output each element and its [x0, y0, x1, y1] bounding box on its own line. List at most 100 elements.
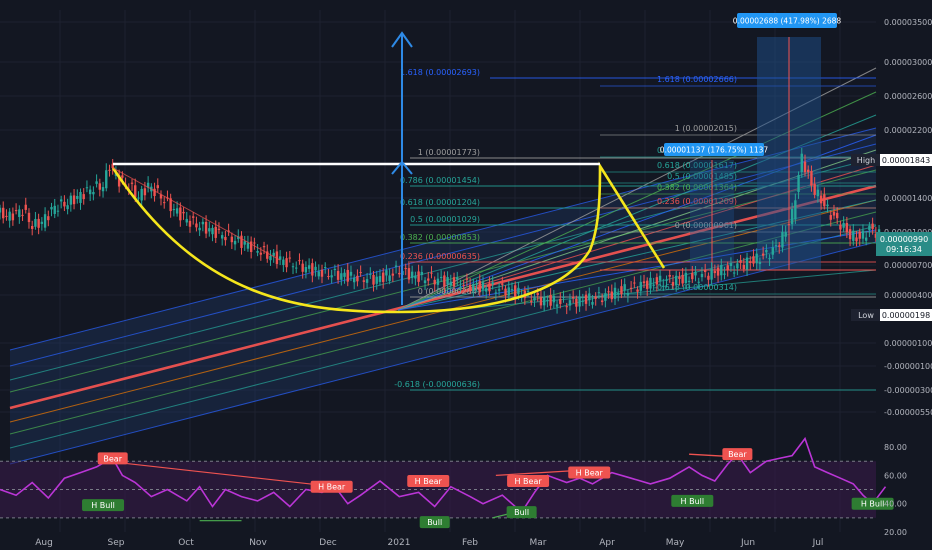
rsi-tick-label: 40.00	[884, 500, 907, 509]
fib-level-label: 1.618 (0.00002693)	[400, 68, 480, 77]
candle-body	[871, 223, 874, 229]
price-tick-label: -0.00000300	[884, 386, 932, 395]
candle-body	[233, 240, 237, 245]
candle-body	[468, 284, 472, 291]
candle-body	[858, 231, 861, 239]
time-tick-label: Feb	[462, 538, 478, 548]
candle-body	[710, 268, 713, 280]
candle-body	[346, 269, 349, 282]
candle-body	[732, 272, 736, 274]
candle-body	[694, 271, 697, 276]
candle-body	[108, 169, 111, 171]
chart-svg[interactable]: 1.618 (0.00002693) 1 (0.00001773) 0.786 (0…	[0, 0, 932, 550]
candle-body	[826, 204, 829, 207]
candle-body	[156, 185, 159, 189]
candle-body	[771, 247, 774, 255]
candle-body	[423, 280, 427, 284]
candle-body	[446, 277, 449, 285]
candle-body	[31, 225, 34, 229]
candle-body	[317, 271, 320, 277]
candle-body	[852, 230, 855, 241]
candle-body	[320, 269, 324, 277]
candle-body	[578, 296, 581, 307]
candle-body	[349, 271, 353, 276]
rsi-badge-label: H Bear	[415, 477, 443, 486]
candle-body	[562, 296, 565, 298]
candle-body	[365, 279, 369, 283]
fib-level-label: 1.618 (0.00002666)	[657, 75, 737, 84]
candle-body	[288, 257, 291, 259]
candle-body	[211, 227, 214, 235]
candle-body	[649, 277, 652, 289]
candle-body	[143, 188, 147, 196]
candle-body	[353, 277, 356, 283]
candle-body	[18, 209, 21, 218]
fib-level-label: 0.618 (0.00001204)	[400, 198, 480, 207]
candle-body	[262, 246, 266, 248]
candle-body	[230, 236, 234, 243]
candle-body	[800, 153, 803, 173]
candle-body	[330, 275, 333, 278]
candle-body	[485, 288, 488, 292]
candle-body	[829, 215, 832, 220]
candle-body	[571, 296, 575, 299]
candle-body	[327, 275, 330, 277]
candle-body	[188, 220, 192, 227]
candle-body	[63, 201, 66, 207]
candle-body	[655, 277, 659, 285]
candle-body	[459, 286, 462, 289]
candle-body	[642, 281, 646, 284]
candle-body	[88, 189, 92, 195]
candle-body	[201, 221, 205, 225]
candle-body	[478, 281, 481, 293]
candle-body	[298, 260, 301, 262]
candle-body	[385, 270, 388, 276]
candle-body	[675, 275, 678, 286]
candle-body	[11, 213, 15, 221]
candle-body	[246, 242, 250, 249]
candle-body	[224, 236, 227, 241]
candle-body	[324, 267, 327, 269]
candle-body	[72, 195, 76, 205]
candle-body	[517, 287, 520, 295]
candle-body	[713, 271, 717, 274]
candle-body	[758, 262, 762, 264]
candle-body	[282, 259, 285, 265]
candle-body	[430, 272, 433, 274]
candle-body	[749, 261, 752, 264]
candle-body	[549, 295, 552, 306]
candle-body	[85, 187, 89, 189]
price-tick-label: 0.00002600	[884, 92, 932, 101]
countdown: 09:16:34	[886, 245, 922, 254]
candle-body	[636, 289, 639, 292]
candle-body	[861, 230, 865, 239]
candle-body	[34, 218, 37, 227]
candle-body	[697, 281, 700, 283]
candle-body	[375, 276, 378, 284]
candle-body	[868, 225, 871, 231]
candle-body	[295, 267, 298, 269]
candle-body	[739, 260, 742, 263]
candle-body	[610, 291, 613, 300]
candle-body	[433, 279, 436, 285]
rsi-tick-label: 60.00	[884, 471, 907, 480]
candle-body	[559, 298, 562, 304]
candle-body	[510, 289, 514, 291]
candle-body	[855, 237, 858, 242]
candle-body	[56, 210, 60, 212]
time-tick-label: Dec	[319, 538, 336, 548]
candle-body	[716, 267, 720, 276]
candle-body	[752, 256, 755, 264]
candle-body	[53, 205, 56, 214]
candle-body	[842, 223, 845, 228]
candle-body	[497, 289, 501, 291]
candle-body	[343, 272, 346, 277]
candle-body	[539, 297, 543, 306]
rsi-badge-label: H Bull	[861, 500, 885, 509]
candle-body	[668, 275, 671, 277]
candle-body	[823, 194, 826, 207]
high-label: High	[857, 156, 875, 165]
candle-body	[774, 245, 778, 247]
candle-body	[565, 306, 568, 308]
candle-body	[810, 171, 813, 186]
